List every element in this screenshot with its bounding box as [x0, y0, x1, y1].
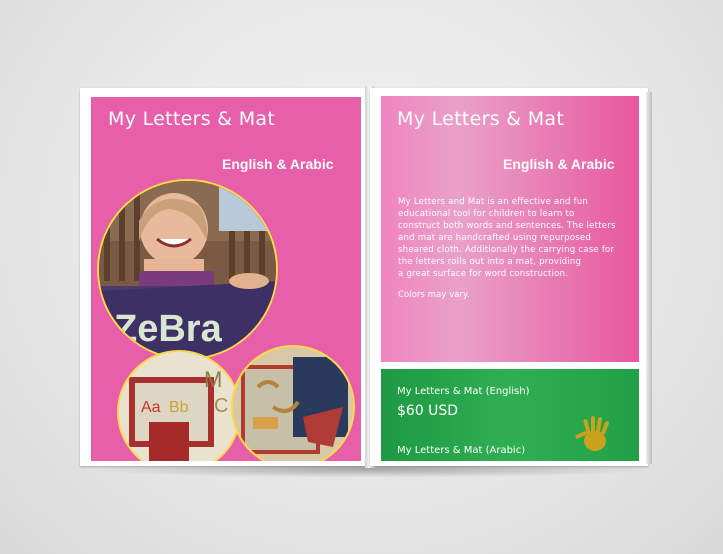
arabic-mat-illustration [233, 347, 353, 461]
arabic-mat-photo [231, 345, 355, 461]
brochure-mockup: My Letters & Mat English & Arabic ZeBra [0, 0, 723, 554]
product-arabic-label: My Letters & Mat (Arabic) [397, 445, 526, 456]
right-page-subtitle: English & Arabic [503, 156, 615, 172]
colors-note: Colors may vary. [398, 290, 470, 300]
product-english-price: $60 USD [397, 403, 459, 419]
letter-m: M [204, 367, 222, 392]
letters-case-illustration: Aa Bb M C [119, 352, 239, 461]
right-page-title: My Letters & Mat [397, 108, 565, 130]
product-description: My Letters and Mat is an effective and f… [398, 197, 616, 279]
child-photo-illustration: ZeBra [99, 181, 276, 358]
small-photos-area: Aa Bb M C [91, 340, 366, 461]
letters-aa-bb: Aa [141, 399, 161, 416]
page-edge [646, 92, 652, 464]
letters-case-photo: Aa Bb M C [117, 350, 241, 461]
letters-bb: Bb [169, 399, 189, 416]
left-page-title: My Letters & Mat [108, 108, 276, 130]
product-english-label: My Letters & Mat (English) [397, 386, 530, 397]
child-photo: ZeBra [97, 179, 278, 360]
left-page-subtitle: English & Arabic [222, 156, 334, 172]
letter-c: C [214, 395, 228, 417]
handprint-icon [575, 416, 609, 451]
